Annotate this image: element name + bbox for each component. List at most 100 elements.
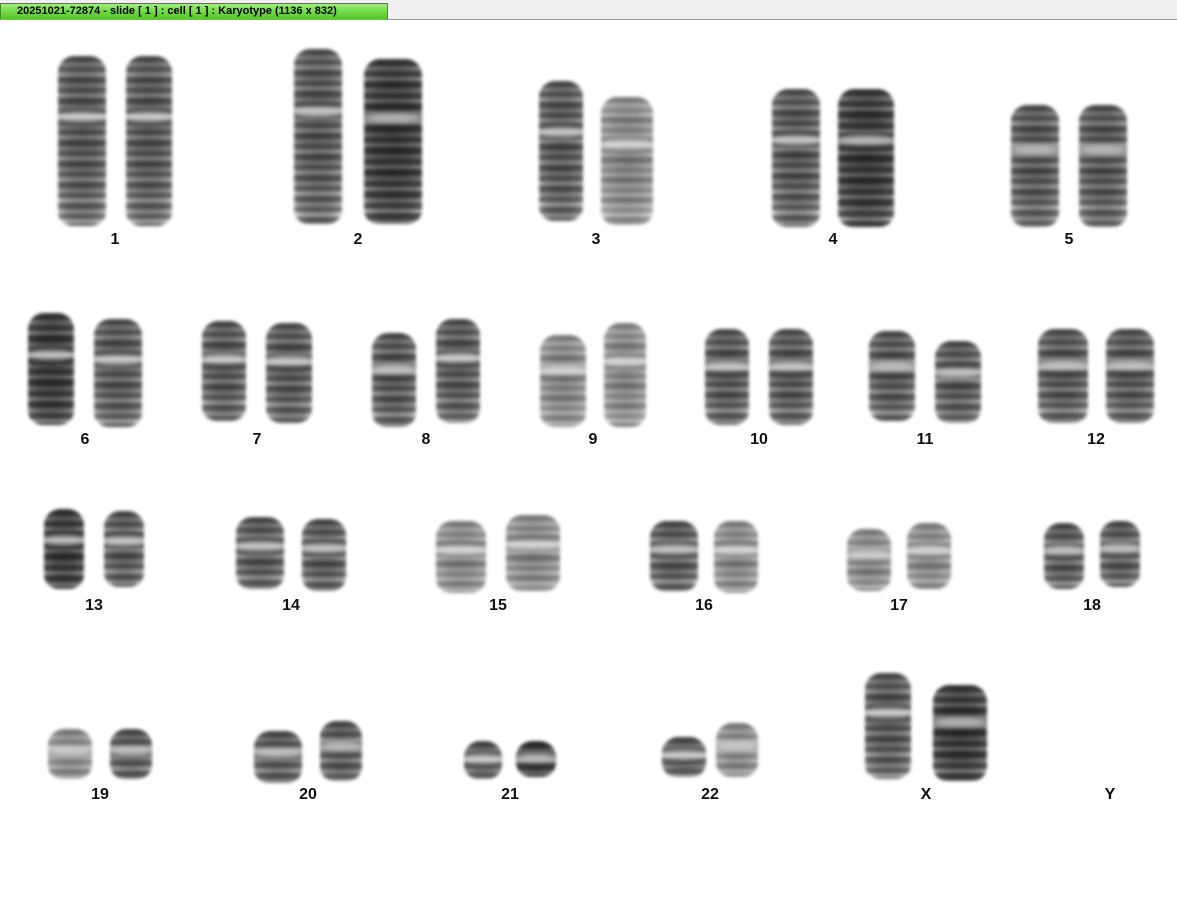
chromosome-1-a[interactable] (56, 56, 108, 226)
centromere (538, 365, 588, 375)
centromere (108, 746, 154, 756)
chromosome-11-b[interactable] (933, 341, 983, 423)
karyotype-canvas: 1 2 3 4 5 6 7 8 9 10 11 12 13 14 15 16 17 18 19 20 21 22 X Y (0, 21, 1177, 907)
chromosome-x-b[interactable] (931, 685, 989, 781)
chromosome-20-b[interactable] (318, 721, 364, 781)
centromere (933, 368, 983, 378)
chromosome-22-b[interactable] (714, 723, 760, 777)
chromosome-15-a[interactable] (434, 521, 488, 593)
chromosome-1-b[interactable] (124, 56, 174, 226)
chromosome-18-a[interactable] (1042, 523, 1086, 589)
chromosome-label-12: 12 (1087, 431, 1105, 448)
chromosome-2-a[interactable] (292, 49, 344, 224)
chromosome-label-8: 8 (421, 431, 431, 448)
centromere (462, 754, 504, 764)
chromosome-5-a[interactable] (1009, 105, 1061, 227)
chromosome-17-b[interactable] (905, 523, 953, 589)
chromosome-12-a[interactable] (1036, 329, 1090, 423)
chromosome-7-a[interactable] (200, 321, 248, 421)
chromosome-3-a[interactable] (537, 81, 585, 221)
centromere (102, 536, 146, 546)
centromere (1009, 145, 1061, 155)
centromere (56, 112, 108, 122)
chromosome-8-a[interactable] (370, 333, 418, 427)
chromosome-label-13: 13 (85, 597, 103, 614)
centromere (905, 545, 953, 555)
centromere (931, 717, 989, 727)
centromere (434, 545, 488, 555)
chromosome-19-a[interactable] (46, 729, 94, 779)
centromere (845, 549, 893, 559)
chromosome-2-b[interactable] (362, 59, 424, 224)
centromere (714, 741, 760, 751)
chromosome-21-b[interactable] (514, 741, 558, 777)
chromosome-18-b[interactable] (1098, 521, 1142, 587)
chromosome-7-b[interactable] (264, 323, 314, 423)
centromere (124, 112, 174, 122)
chromosome-4-b[interactable] (836, 89, 896, 227)
centromere (1104, 360, 1156, 370)
chromosome-9-b[interactable] (602, 323, 648, 427)
chromosome-21-a[interactable] (462, 741, 504, 779)
chromosome-6-b[interactable] (92, 319, 144, 427)
centromere (1042, 545, 1086, 555)
chromosome-label-1: 1 (110, 231, 120, 248)
centromere (504, 540, 562, 550)
chromosome-14-a[interactable] (234, 517, 286, 589)
chromosome-10-a[interactable] (703, 329, 751, 425)
chromosome-label-10: 10 (750, 431, 768, 448)
chromosome-22-a[interactable] (660, 737, 708, 777)
chromosome-label-6: 6 (80, 431, 90, 448)
chromosome-label-3: 3 (591, 231, 601, 248)
centromere (292, 107, 344, 117)
chromosome-label-14: 14 (282, 597, 300, 614)
chromosome-label-20: 20 (299, 786, 317, 803)
centromere (252, 748, 304, 758)
window-title-tab[interactable]: 20251021-72874 - slide [ 1 ] : cell [ 1 … (0, 3, 388, 19)
chromosome-9-a[interactable] (538, 335, 588, 427)
centromere (537, 127, 585, 137)
chromosome-4-a[interactable] (770, 89, 822, 227)
centromere (300, 543, 348, 553)
chromosome-12-b[interactable] (1104, 329, 1156, 423)
centromere (1098, 543, 1142, 553)
centromere (703, 361, 751, 371)
chromosome-6-a[interactable] (26, 313, 76, 425)
chromosome-label-9: 9 (588, 431, 598, 448)
chromosome-label-19: 19 (91, 786, 109, 803)
centromere (26, 350, 76, 360)
chromosome-16-b[interactable] (712, 521, 760, 593)
centromere (599, 139, 655, 149)
chromosome-label-16: 16 (695, 597, 713, 614)
chromosome-x-a[interactable] (863, 673, 913, 779)
chromosome-label-4: 4 (828, 231, 838, 248)
chromosome-19-b[interactable] (108, 729, 154, 779)
chromosome-20-a[interactable] (252, 731, 304, 783)
chromosome-label-y: Y (1104, 786, 1116, 803)
chromosome-label-18: 18 (1083, 597, 1101, 614)
chromosome-label-17: 17 (890, 597, 908, 614)
centromere (434, 353, 482, 363)
chromosome-5-b[interactable] (1077, 105, 1129, 227)
chromosome-10-b[interactable] (767, 329, 815, 425)
chromosome-14-b[interactable] (300, 519, 348, 591)
centromere (200, 354, 248, 364)
chromosome-17-a[interactable] (845, 529, 893, 591)
centromere (370, 364, 418, 374)
chromosome-3-b[interactable] (599, 97, 655, 225)
chromosome-13-a[interactable] (42, 509, 86, 589)
chromosome-15-b[interactable] (504, 515, 562, 591)
centromere (264, 356, 314, 366)
chromosome-8-b[interactable] (434, 319, 482, 423)
centromere (1036, 360, 1090, 370)
chromosome-11-a[interactable] (867, 331, 917, 421)
chromosome-label-15: 15 (489, 597, 507, 614)
chromosome-label-7: 7 (252, 431, 262, 448)
chromosome-label-x: X (920, 786, 932, 803)
chromosome-16-a[interactable] (648, 521, 700, 591)
centromere (318, 741, 364, 751)
chromosome-13-b[interactable] (102, 511, 146, 587)
chromosome-label-22: 22 (701, 786, 719, 803)
chromosome-label-11: 11 (916, 431, 934, 448)
centromere (362, 113, 424, 123)
